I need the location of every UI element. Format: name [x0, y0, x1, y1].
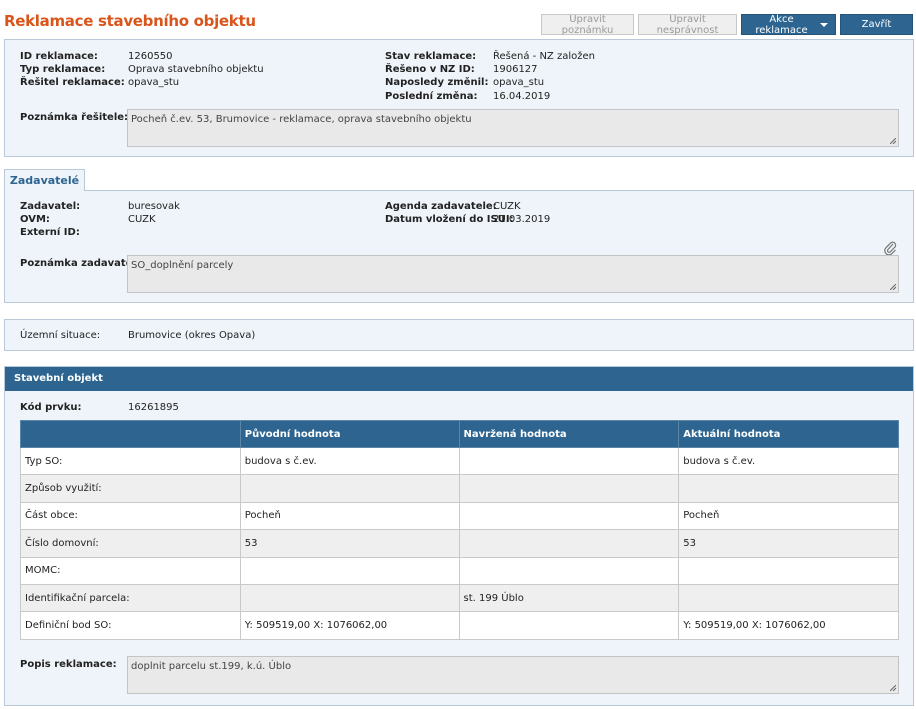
building-panel: Stavební objekt Kód prvku: 16261895 Půvo…	[4, 366, 914, 706]
code-label: Kód prvku:	[20, 402, 82, 413]
solver-label: Řešitel reklamace:	[20, 77, 125, 88]
solver-note-textarea[interactable]: Pocheň č.ev. 53, Brumovice - reklamace, …	[127, 109, 899, 147]
table-cell	[678, 474, 899, 503]
last-change-value: 16.04.2019	[493, 91, 551, 102]
table-cell: budova s č.ev.	[678, 446, 899, 476]
edit-error-button[interactable]: Upravit nesprávnost	[638, 14, 737, 36]
table-cell: 53	[678, 529, 899, 558]
table-cell: st. 199 Úblo	[458, 583, 680, 613]
territory-panel: Územní situace: Brumovice (okres Opava)	[4, 319, 914, 351]
summary-panel: ID reklamace: 1260550 Typ reklamace: Opr…	[4, 39, 914, 157]
table-row: Typ SO: budova s č.ev. budova s č.ev.	[20, 446, 899, 476]
nz-value: 1906127	[493, 64, 538, 75]
inserted-value: 21.03.2019	[493, 214, 551, 225]
state-value: Řešená - NZ založen	[493, 51, 595, 62]
table-header-row: Původní hodnota Navržená hodnota Aktuáln…	[20, 420, 899, 448]
code-value: 16261895	[128, 402, 179, 413]
table-cell	[458, 556, 680, 585]
requester-label: Zadavatel:	[20, 201, 81, 212]
changed-by-value: opava_stu	[493, 77, 545, 88]
table-cell	[239, 556, 460, 585]
actions-dropdown-button[interactable]: Akce reklamace	[741, 13, 836, 36]
table-cell: Pocheň	[239, 501, 460, 531]
id-value: 1260550	[128, 51, 173, 62]
table-cell	[458, 474, 680, 503]
table-row: MOMC:	[20, 556, 899, 585]
table-cell: Y: 509519,00 X: 1076062,00	[678, 611, 899, 640]
chevron-down-icon	[820, 22, 828, 27]
table-cell	[458, 611, 680, 640]
requester-note-text: SO_doplnění parcely	[131, 260, 234, 271]
column-header-current: Aktuální hodnota	[678, 420, 899, 448]
requester-value: buresovak	[128, 201, 180, 212]
table-cell: Číslo domovní:	[20, 529, 241, 558]
toolbar: Upravit poznámku Upravit nesprávnost Akc…	[541, 13, 913, 36]
close-button[interactable]: Zavřít	[840, 14, 913, 35]
table-row: Číslo domovní: 53 53	[20, 529, 899, 558]
id-label: ID reklamace:	[20, 51, 98, 62]
table-cell: MOMC:	[20, 556, 241, 585]
table-row: Způsob využití:	[20, 474, 899, 503]
edit-note-button[interactable]: Upravit poznámku	[541, 14, 634, 36]
table-cell: Typ SO:	[20, 446, 241, 476]
agenda-value: CUZK	[493, 201, 521, 212]
table-cell: budova s č.ev.	[239, 446, 460, 476]
resize-grip-icon[interactable]	[890, 138, 896, 144]
description-label: Popis reklamace:	[20, 659, 117, 670]
solver-value: opava_stu	[128, 77, 180, 88]
external-id-label: Externí ID:	[20, 227, 80, 238]
ovm-value: CUZK	[128, 214, 156, 225]
agenda-label: Agenda zadavatele:	[385, 201, 497, 212]
actions-label: Akce reklamace	[755, 13, 808, 36]
table-cell: Y: 509519,00 X: 1076062,00	[239, 611, 460, 640]
column-header-attribute	[20, 420, 241, 448]
ovm-label: OVM:	[20, 214, 50, 225]
solver-note-label: Poznámka řešitele:	[20, 112, 129, 123]
last-change-label: Poslední změna:	[385, 91, 478, 102]
table-cell: Identifikační parcela:	[20, 583, 241, 613]
building-section-title: Stavební objekt	[5, 367, 913, 391]
table-cell: Způsob využití:	[20, 474, 241, 503]
description-textarea[interactable]: doplnit parcelu st.199, k.ú. Úblo	[127, 656, 899, 694]
page-title: Reklamace stavebního objektu	[4, 12, 256, 30]
type-label: Typ reklamace:	[20, 64, 106, 75]
table-cell	[239, 583, 460, 613]
description-text: doplnit parcelu st.199, k.ú. Úblo	[131, 661, 292, 672]
changed-by-label: Naposledy změnil:	[385, 77, 489, 88]
attributes-table: Původní hodnota Navržená hodnota Aktuáln…	[20, 420, 899, 640]
territory-label: Územní situace:	[20, 330, 101, 341]
column-header-original: Původní hodnota	[239, 420, 460, 448]
paperclip-icon[interactable]	[884, 241, 897, 255]
state-label: Stav reklamace:	[385, 51, 477, 62]
table-row: Definiční bod SO: Y: 509519,00 X: 107606…	[20, 611, 899, 640]
table-cell: 53	[239, 529, 460, 558]
table-cell	[458, 501, 680, 531]
territory-value: Brumovice (okres Opava)	[128, 330, 256, 341]
resize-grip-icon[interactable]	[890, 685, 896, 691]
nz-label: Řešeno v NZ ID:	[385, 64, 475, 75]
type-value: Oprava stavebního objektu	[128, 64, 264, 75]
table-cell	[458, 446, 680, 476]
table-cell	[239, 474, 460, 503]
table-cell	[458, 529, 680, 558]
table-row: Identifikační parcela: st. 199 Úblo	[20, 583, 899, 613]
table-cell: Definiční bod SO:	[20, 611, 241, 640]
table-cell	[678, 556, 899, 585]
table-cell: Pocheň	[678, 501, 899, 531]
column-header-proposed: Navržená hodnota	[458, 420, 680, 448]
table-cell: Část obce:	[20, 501, 241, 531]
table-row: Část obce: Pocheň Pocheň	[20, 501, 899, 531]
tab-requesters[interactable]: Zadavatelé	[4, 169, 85, 191]
requesters-panel: Zadavatel: buresovak OVM: CUZK Externí I…	[4, 190, 914, 303]
table-cell	[678, 583, 899, 613]
requester-note-textarea[interactable]: SO_doplnění parcely	[127, 255, 899, 293]
solver-note-text: Pocheň č.ev. 53, Brumovice - reklamace, …	[131, 114, 472, 125]
resize-grip-icon[interactable]	[890, 284, 896, 290]
